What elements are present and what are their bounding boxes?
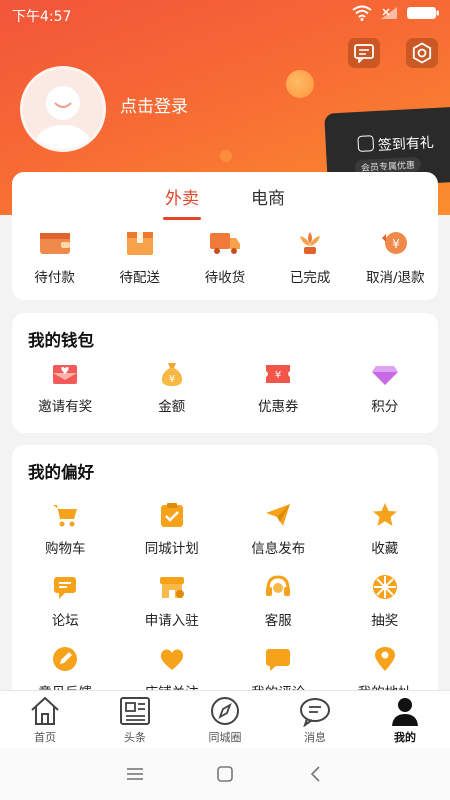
home-button[interactable]: [210, 759, 240, 789]
shop-icon: [159, 577, 184, 598]
wallet-icon: [39, 233, 70, 254]
star-icon: [372, 503, 397, 526]
message-icon: [300, 698, 330, 727]
wallet-title: 我的钱包: [28, 331, 94, 350]
pref-cart[interactable]: 购物车: [12, 501, 119, 573]
package-icon: [126, 232, 153, 255]
coupon-icon: ¥: [266, 365, 291, 383]
pencil-icon: [53, 647, 78, 671]
message-button[interactable]: [348, 38, 380, 68]
svg-text:¥: ¥: [275, 370, 281, 381]
comment-icon: [266, 649, 291, 671]
cart-icon: [53, 505, 78, 527]
signin-title: 签到有礼: [377, 135, 435, 154]
diamond-icon: [371, 366, 398, 385]
wallet-card: 我的钱包 邀请有奖 ¥ 金额 ¥ 优惠券 积分: [12, 313, 438, 433]
wallet-coupons[interactable]: ¥ 优惠券: [225, 361, 332, 415]
pref-forum[interactable]: 论坛: [12, 573, 119, 645]
money-bag-icon: ¥: [161, 363, 182, 386]
compass-icon: [211, 697, 239, 725]
person-icon: [392, 698, 418, 726]
pref-favorites[interactable]: 收藏: [332, 501, 439, 573]
recent-apps-button[interactable]: [120, 759, 150, 789]
orders-card: 外卖 电商 待付款 待配送 待收货 已完成 ¥ 取消/退款: [12, 172, 438, 300]
order-cancel-refund[interactable]: ¥ 取消/退款: [353, 230, 438, 286]
svg-text:¥: ¥: [169, 374, 175, 385]
calendar-icon: [357, 135, 375, 152]
news-icon: [120, 697, 150, 725]
tab-messages[interactable]: 消息: [270, 691, 360, 748]
home-icon: [31, 696, 59, 725]
user-avatar-icon: [33, 86, 93, 149]
decor-bubble: [220, 150, 232, 162]
square-icon: [217, 766, 233, 782]
order-pending-delivery[interactable]: 待配送: [97, 230, 182, 286]
flower-icon: [300, 232, 321, 254]
checklist-icon: [160, 503, 183, 527]
avatar[interactable]: [20, 66, 106, 152]
order-tabs: 外卖 电商: [12, 184, 438, 220]
order-pending-receipt[interactable]: 待收货: [182, 230, 267, 286]
refund-icon: ¥: [382, 232, 408, 254]
wheel-icon: [372, 575, 397, 599]
wallet-invite-reward[interactable]: 邀请有奖: [12, 361, 119, 415]
tab-ecommerce[interactable]: 电商: [251, 184, 285, 214]
bottom-tab-bar: 首页 头条 同城圈 消息 我的: [0, 690, 450, 748]
battery-icon: [407, 7, 439, 19]
truck-icon: [209, 233, 240, 254]
preferences-title: 我的偏好: [28, 463, 94, 482]
svg-text:¥: ¥: [393, 237, 401, 251]
gear-icon: [412, 42, 432, 64]
menu-icon: [127, 768, 143, 780]
settings-button[interactable]: [406, 38, 438, 68]
decor-bubble: [286, 70, 314, 98]
envelope-heart-icon: [53, 365, 78, 384]
tab-mine[interactable]: 我的: [360, 691, 450, 748]
tab-takeout[interactable]: 外卖: [163, 184, 201, 220]
order-pending-payment[interactable]: 待付款: [12, 230, 97, 286]
tab-home[interactable]: 首页: [0, 691, 90, 748]
status-time: 下午4:57: [12, 9, 72, 25]
order-completed[interactable]: 已完成: [268, 230, 353, 286]
message-icon: [354, 44, 374, 63]
status-bar: 下午4:57: [0, 0, 450, 30]
wallet-balance[interactable]: ¥ 金额: [119, 361, 226, 415]
wallet-points[interactable]: 积分: [332, 361, 439, 415]
paper-plane-icon: [266, 504, 291, 526]
pref-apply-join[interactable]: 申请入驻: [119, 573, 226, 645]
headset-icon: [266, 575, 291, 596]
tab-local-circle[interactable]: 同城圈: [180, 691, 270, 748]
back-arrow-icon: [310, 766, 320, 782]
wifi-icon: [352, 5, 372, 21]
login-link[interactable]: 点击登录: [120, 92, 188, 117]
pref-local-plan[interactable]: 同城计划: [119, 501, 226, 573]
heart-icon: [160, 649, 183, 670]
pref-post-info[interactable]: 信息发布: [225, 501, 332, 573]
pref-customer-service[interactable]: 客服: [225, 573, 332, 645]
location-icon: [374, 647, 395, 671]
back-button[interactable]: [300, 759, 330, 789]
chat-icon: [54, 577, 77, 599]
signal-icon: [381, 7, 397, 19]
pref-lottery[interactable]: 抽奖: [332, 573, 439, 645]
system-nav-bar: [0, 748, 450, 800]
tab-headlines[interactable]: 头条: [90, 691, 180, 748]
